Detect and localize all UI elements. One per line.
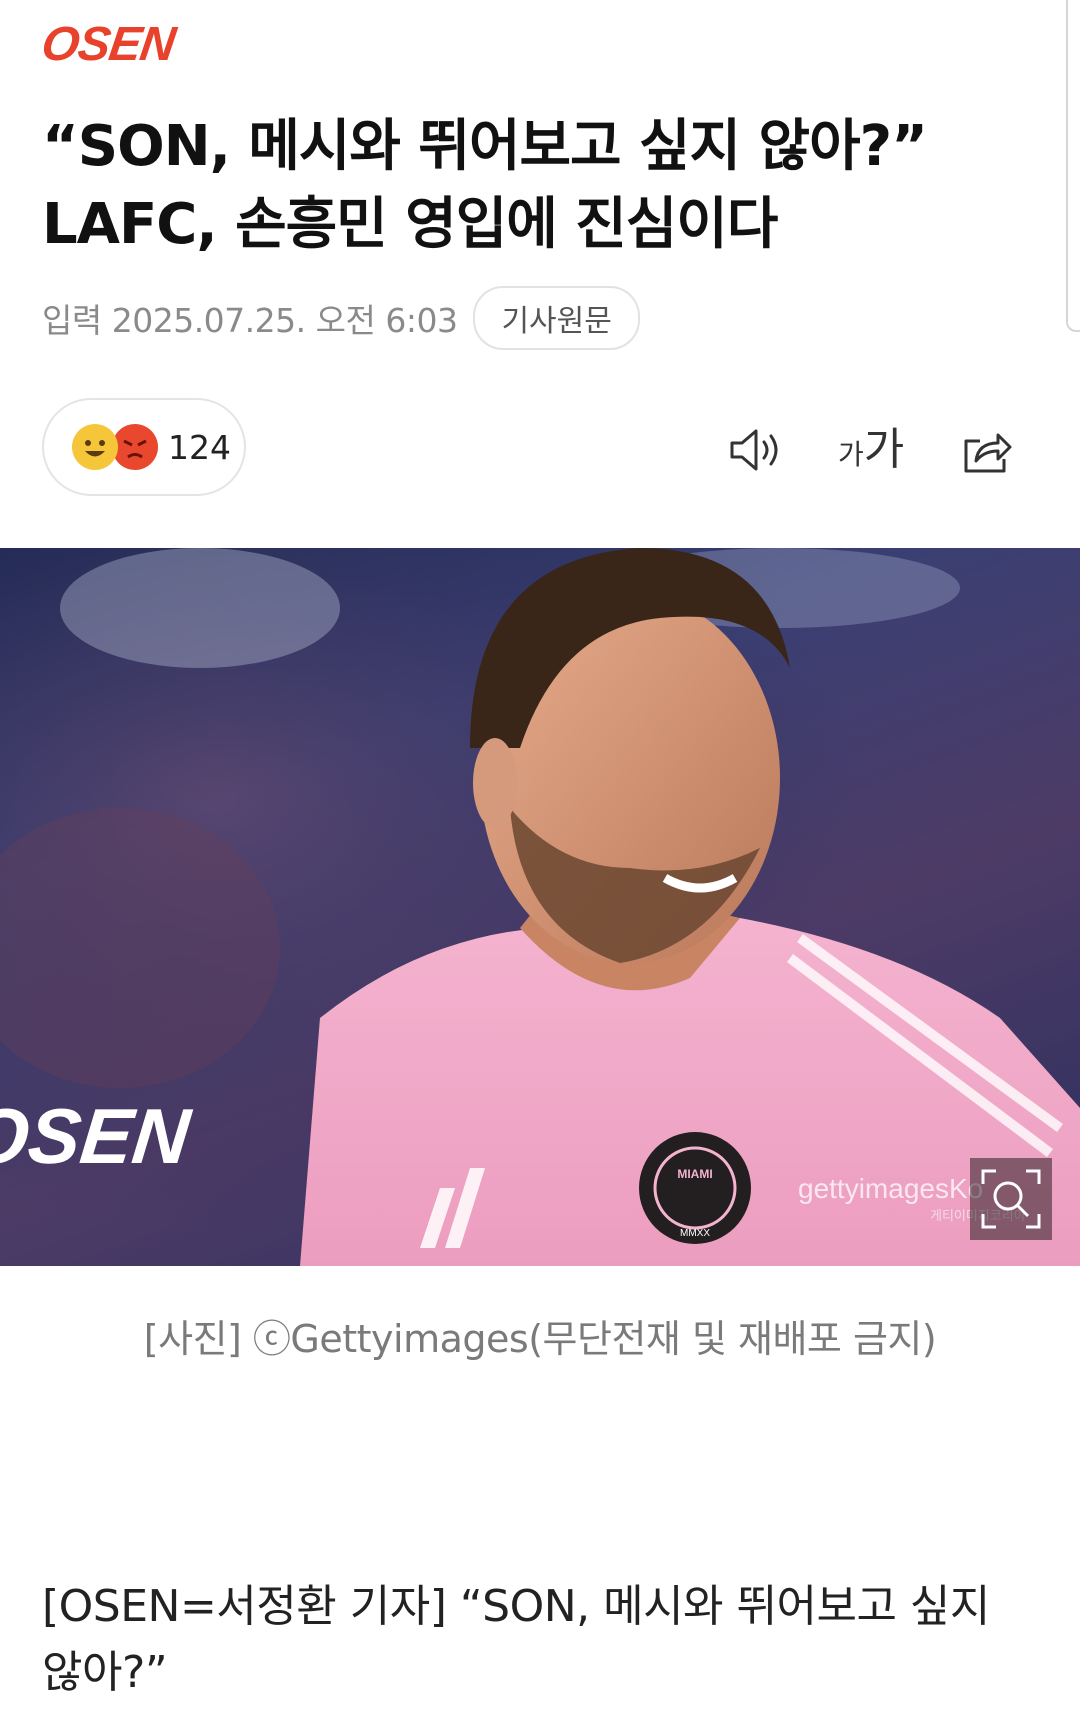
title-line-2: LAFC, 손흥민 영입에 진심이다 — [42, 192, 778, 257]
photo-caption: [사진] ⓒGettyimages(무단전재 및 재배포 금지) — [143, 1317, 937, 1361]
article-body-text: [OSEN=서정환 기자] “SON, 메시와 뛰어보고 싶지 않아?” — [42, 1581, 990, 1698]
badge-bottom-text: MMXX — [680, 1228, 710, 1239]
share-button[interactable] — [958, 415, 1014, 485]
angry-emoji-icon — [112, 424, 158, 470]
publish-date: 입력 2025.07.25. 오전 6:03 — [42, 301, 458, 340]
photo-watermark: OSEN — [0, 1092, 195, 1180]
scroll-edge — [1066, 0, 1080, 332]
osen-logo[interactable]: OSEN — [38, 18, 177, 71]
font-size-small-icon: 가 — [838, 438, 864, 471]
article-meta: 입력 2025.07.25. 오전 6:03 기사원문 — [42, 286, 640, 350]
badge-top-text: MIAMI — [677, 1167, 712, 1181]
article-title: “SON, 메시와 뛰어보고 싶지 않아?” LAFC, 손흥민 영입에 진심이… — [42, 108, 1002, 264]
player-illustration: MIAMI MMXX OSEN gettyimagesKo 게티이미지코리아 — [0, 548, 1080, 1266]
font-size-large-icon: 가 — [863, 424, 905, 475]
article-photo[interactable]: MIAMI MMXX OSEN gettyimagesKo 게티이미지코리아 — [0, 548, 1080, 1266]
speaker-icon — [730, 429, 778, 471]
happy-emoji-icon — [72, 424, 118, 470]
share-icon — [964, 433, 1012, 473]
getty-credit: gettyimagesKo — [798, 1173, 983, 1204]
original-article-button[interactable]: 기사원문 — [473, 286, 640, 350]
title-line-1: “SON, 메시와 뛰어보고 싶지 않아?” — [42, 114, 928, 179]
site-header: OSEN — [38, 18, 177, 71]
audio-button[interactable] — [726, 415, 784, 485]
reaction-count: 124 — [168, 427, 231, 467]
zoom-icon[interactable] — [970, 1158, 1052, 1240]
font-size-button[interactable]: 가가 — [838, 415, 904, 485]
reaction-button[interactable]: 124 — [42, 398, 246, 496]
